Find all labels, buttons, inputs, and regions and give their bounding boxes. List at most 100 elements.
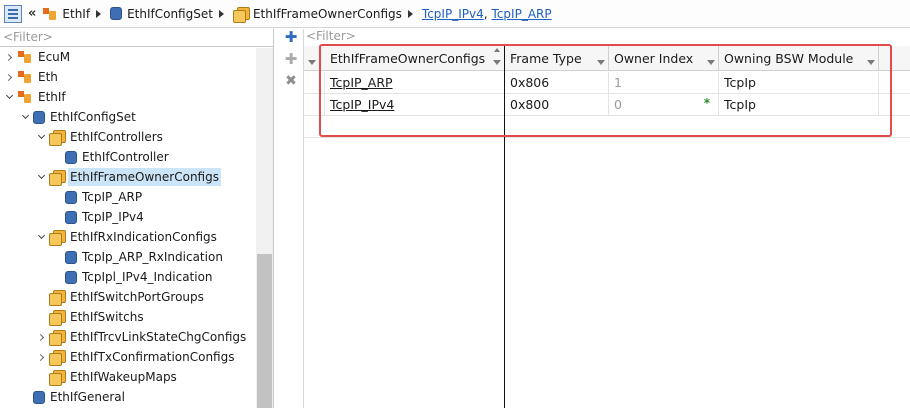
filter-icon[interactable] bbox=[493, 60, 501, 67]
frozen-column-divider bbox=[504, 46, 505, 408]
breadcrumb-item-configset[interactable]: EthIfConfigSet bbox=[110, 7, 213, 21]
table-filter-input[interactable]: <Filter> bbox=[304, 29, 910, 44]
cell-name[interactable]: TcpIP_ARP bbox=[325, 72, 505, 93]
tree-item[interactable]: TcpIP_IPv4 bbox=[51, 207, 146, 227]
tree-item-label: EthIfSwitchPortGroups bbox=[70, 290, 204, 304]
tree-item[interactable]: EthIfSwitchs bbox=[35, 307, 146, 327]
breadcrumb-item-frameownerconfigs[interactable]: EthIfFrameOwnerConfigs bbox=[232, 6, 402, 23]
tree-item[interactable]: EthIfConfigSet bbox=[19, 107, 138, 127]
tree-item-label: TcpIP_IPv4 bbox=[82, 210, 144, 224]
cell-frame-type[interactable]: 0x800 bbox=[505, 94, 609, 115]
cell-name[interactable]: TcpIP_IPv4 bbox=[325, 94, 505, 115]
column-header-name[interactable]: EthIfFrameOwnerConfigs bbox=[325, 46, 505, 71]
filter-icon[interactable] bbox=[707, 60, 715, 67]
tree-item-label: TcpIP_ARP bbox=[82, 190, 143, 204]
tree-item-label: EthIfFrameOwnerConfigs bbox=[68, 168, 221, 186]
tree-item-label: EthIfTrcvLinkStateChgConfigs bbox=[70, 330, 247, 344]
breadcrumb-separator-icon bbox=[218, 9, 224, 18]
container-icon bbox=[65, 250, 77, 264]
filter-icon[interactable] bbox=[308, 60, 316, 67]
cell-frame-type[interactable]: 0x806 bbox=[505, 72, 609, 93]
tree-item[interactable]: EthIf bbox=[3, 87, 68, 107]
tree-item[interactable]: EthIfController bbox=[51, 147, 171, 167]
chevron-right-icon[interactable] bbox=[3, 51, 15, 63]
breadcrumb-comma: , bbox=[483, 6, 488, 21]
tree-item-label: TcpIp_ARP_RxIndication bbox=[82, 250, 223, 264]
column-header-owner-index[interactable]: Owner Index bbox=[609, 46, 719, 71]
table-row-empty[interactable] bbox=[304, 116, 910, 138]
tree-item[interactable]: EthIfControllers bbox=[35, 127, 165, 147]
tree-item-label: EcuM bbox=[38, 50, 71, 64]
tree-item[interactable]: EthIfWakeupMaps bbox=[35, 367, 179, 387]
chevron-right-icon[interactable] bbox=[35, 351, 47, 363]
multi-container-icon bbox=[49, 230, 66, 246]
tree-item[interactable]: EthIfTxConfirmationConfigs bbox=[35, 347, 236, 367]
container-icon bbox=[110, 7, 123, 20]
filter-icon[interactable] bbox=[867, 60, 875, 67]
add-element-icon[interactable]: ✚ bbox=[283, 29, 299, 45]
tree-item[interactable]: EthIfFrameOwnerConfigs bbox=[35, 167, 221, 187]
chevron-down-icon[interactable] bbox=[35, 131, 47, 143]
sort-ascending-icon[interactable] bbox=[494, 48, 500, 52]
chevron-down-icon[interactable] bbox=[19, 111, 31, 123]
tree-item[interactable]: EthIfTrcvLinkStateChgConfigs bbox=[35, 327, 248, 347]
cell-owning-module[interactable]: TcpIp bbox=[719, 94, 879, 115]
breadcrumb: « EthIf EthIfConfigSet EthIfFrameOwnerCo… bbox=[0, 0, 910, 28]
tree-item[interactable]: TcpIP_ARP bbox=[51, 187, 144, 207]
chevron-down-icon[interactable] bbox=[35, 231, 47, 243]
filter-icon[interactable] bbox=[597, 60, 605, 67]
multi-container-icon bbox=[49, 290, 66, 306]
cell-owner-index[interactable]: 0 * bbox=[609, 94, 719, 115]
row-selector-header[interactable] bbox=[304, 46, 320, 71]
tree-item[interactable]: EthIfSwitchPortGroups bbox=[35, 287, 206, 307]
column-header-frame-type[interactable]: Frame Type bbox=[505, 46, 609, 71]
add-child-icon[interactable]: ✚ bbox=[283, 51, 299, 67]
chevron-right-icon[interactable] bbox=[35, 331, 47, 343]
tree-item[interactable]: EcuM bbox=[3, 47, 72, 67]
tree-item-label: EthIfSwitchs bbox=[70, 310, 144, 324]
chevron-right-icon[interactable] bbox=[3, 71, 15, 83]
outline-toggle-icon[interactable] bbox=[4, 4, 22, 23]
table-editor: <Filter> EthIfFrameOwnerConfigs Frame Ty… bbox=[304, 29, 910, 408]
multi-container-icon bbox=[232, 6, 250, 23]
container-icon bbox=[65, 210, 77, 224]
cell-owning-module[interactable]: TcpIp bbox=[719, 72, 879, 93]
row-selector[interactable] bbox=[304, 72, 325, 93]
tree-item[interactable]: EthIfRxIndicationConfigs bbox=[35, 227, 219, 247]
module-icon bbox=[17, 50, 33, 64]
module-icon bbox=[42, 7, 58, 21]
breadcrumb-back-icon[interactable]: « bbox=[28, 6, 36, 21]
breadcrumb-separator-icon bbox=[96, 9, 102, 18]
column-header-spacer bbox=[879, 46, 910, 71]
breadcrumb-link-tcpip-arp[interactable]: TcpIP_ARP bbox=[492, 7, 552, 21]
tree-item[interactable]: TcpIpl_IPv4_Indication bbox=[51, 267, 215, 287]
tree-item[interactable]: EthIfGeneral bbox=[19, 387, 127, 407]
delete-icon[interactable]: ✖ bbox=[283, 73, 299, 89]
modified-marker: * bbox=[703, 96, 710, 110]
breadcrumb-separator-icon bbox=[407, 9, 413, 18]
chevron-down-icon[interactable] bbox=[3, 91, 15, 103]
module-icon bbox=[17, 70, 33, 84]
row-selector[interactable] bbox=[304, 94, 325, 115]
chevron-down-icon[interactable] bbox=[35, 171, 47, 183]
tree-scrollbar-thumb[interactable] bbox=[257, 254, 272, 408]
cell-owner-index[interactable]: 1 bbox=[609, 72, 719, 93]
tree-filter-input[interactable]: <Filter> bbox=[0, 29, 273, 47]
container-icon bbox=[33, 110, 45, 124]
table-row[interactable]: TcpIP_IPv4 0x800 0 * TcpIp bbox=[304, 94, 910, 116]
breadcrumb-item-ethif[interactable]: EthIf bbox=[42, 7, 90, 21]
tree-item-label: EthIfConfigSet bbox=[50, 110, 136, 124]
tree-item-label: Eth bbox=[38, 70, 58, 84]
column-header-owning-bsw-module[interactable]: Owning BSW Module bbox=[719, 46, 879, 71]
tree-item[interactable]: Eth bbox=[3, 67, 60, 87]
tree-scrollbar[interactable] bbox=[256, 48, 273, 408]
breadcrumb-link-tcpip-ipv4[interactable]: TcpIP_IPv4 bbox=[422, 7, 484, 21]
table-row[interactable]: TcpIP_ARP 0x806 1 TcpIp bbox=[304, 72, 910, 94]
multi-container-icon bbox=[49, 130, 66, 146]
tree-item-label: EthIfController bbox=[82, 150, 169, 164]
tree-item[interactable]: TcpIp_ARP_RxIndication bbox=[51, 247, 225, 267]
tree-item-label: EthIfRxIndicationConfigs bbox=[70, 230, 217, 244]
